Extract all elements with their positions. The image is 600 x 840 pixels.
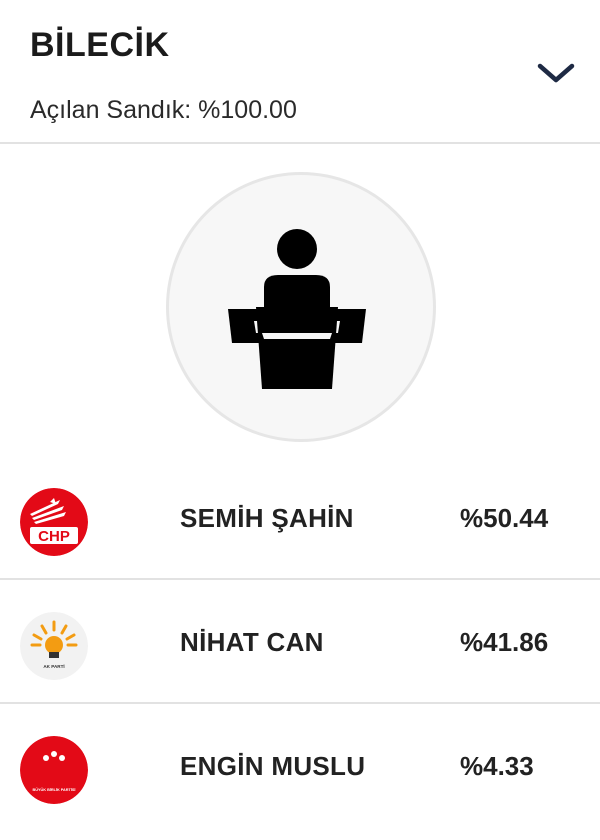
city-title: BİLECİK bbox=[30, 26, 170, 64]
bbp-logo: BÜYÜK BİRLİK PARTİSİ bbox=[20, 736, 88, 804]
svg-text:CHP: CHP bbox=[38, 528, 70, 545]
chp-logo: CHP bbox=[20, 488, 88, 556]
expand-toggle-button[interactable] bbox=[534, 56, 578, 90]
candidate-list: CHP SEMİH ŞAHİN %50.44 AK PARTİ NİHAT CA… bbox=[0, 456, 600, 828]
ak-parti-logo: AK PARTİ bbox=[20, 612, 88, 680]
candidate-name: NİHAT CAN bbox=[180, 626, 324, 657]
candidate-name: ENGİN MUSLU bbox=[180, 750, 366, 781]
svg-text:BÜYÜK BİRLİK PARTİSİ: BÜYÜK BİRLİK PARTİSİ bbox=[33, 787, 76, 792]
svg-text:AK PARTİ: AK PARTİ bbox=[43, 663, 64, 669]
candidate-row[interactable]: BÜYÜK BİRLİK PARTİSİ ENGİN MUSLU %4.33 bbox=[0, 704, 600, 828]
candidate-row[interactable]: AK PARTİ NİHAT CAN %41.86 bbox=[0, 580, 600, 704]
candidate-percent: %4.33 bbox=[460, 750, 534, 781]
candidate-row[interactable]: CHP SEMİH ŞAHİN %50.44 bbox=[0, 456, 600, 580]
opened-boxes-label: Açılan Sandık: %100.00 bbox=[30, 96, 297, 124]
podium-avatar bbox=[166, 172, 436, 442]
candidate-name: SEMİH ŞAHİN bbox=[180, 502, 354, 533]
candidate-illustration bbox=[0, 144, 600, 456]
candidate-percent: %41.86 bbox=[460, 626, 549, 657]
candidate-percent: %50.44 bbox=[460, 502, 549, 533]
election-result-card: BİLECİK Açılan Sandık: %100.00 CHP SEMİH… bbox=[0, 0, 600, 840]
podium-speaker-icon bbox=[228, 229, 366, 389]
chevron-down-icon bbox=[537, 63, 575, 83]
card-header: BİLECİK Açılan Sandık: %100.00 bbox=[0, 0, 600, 144]
